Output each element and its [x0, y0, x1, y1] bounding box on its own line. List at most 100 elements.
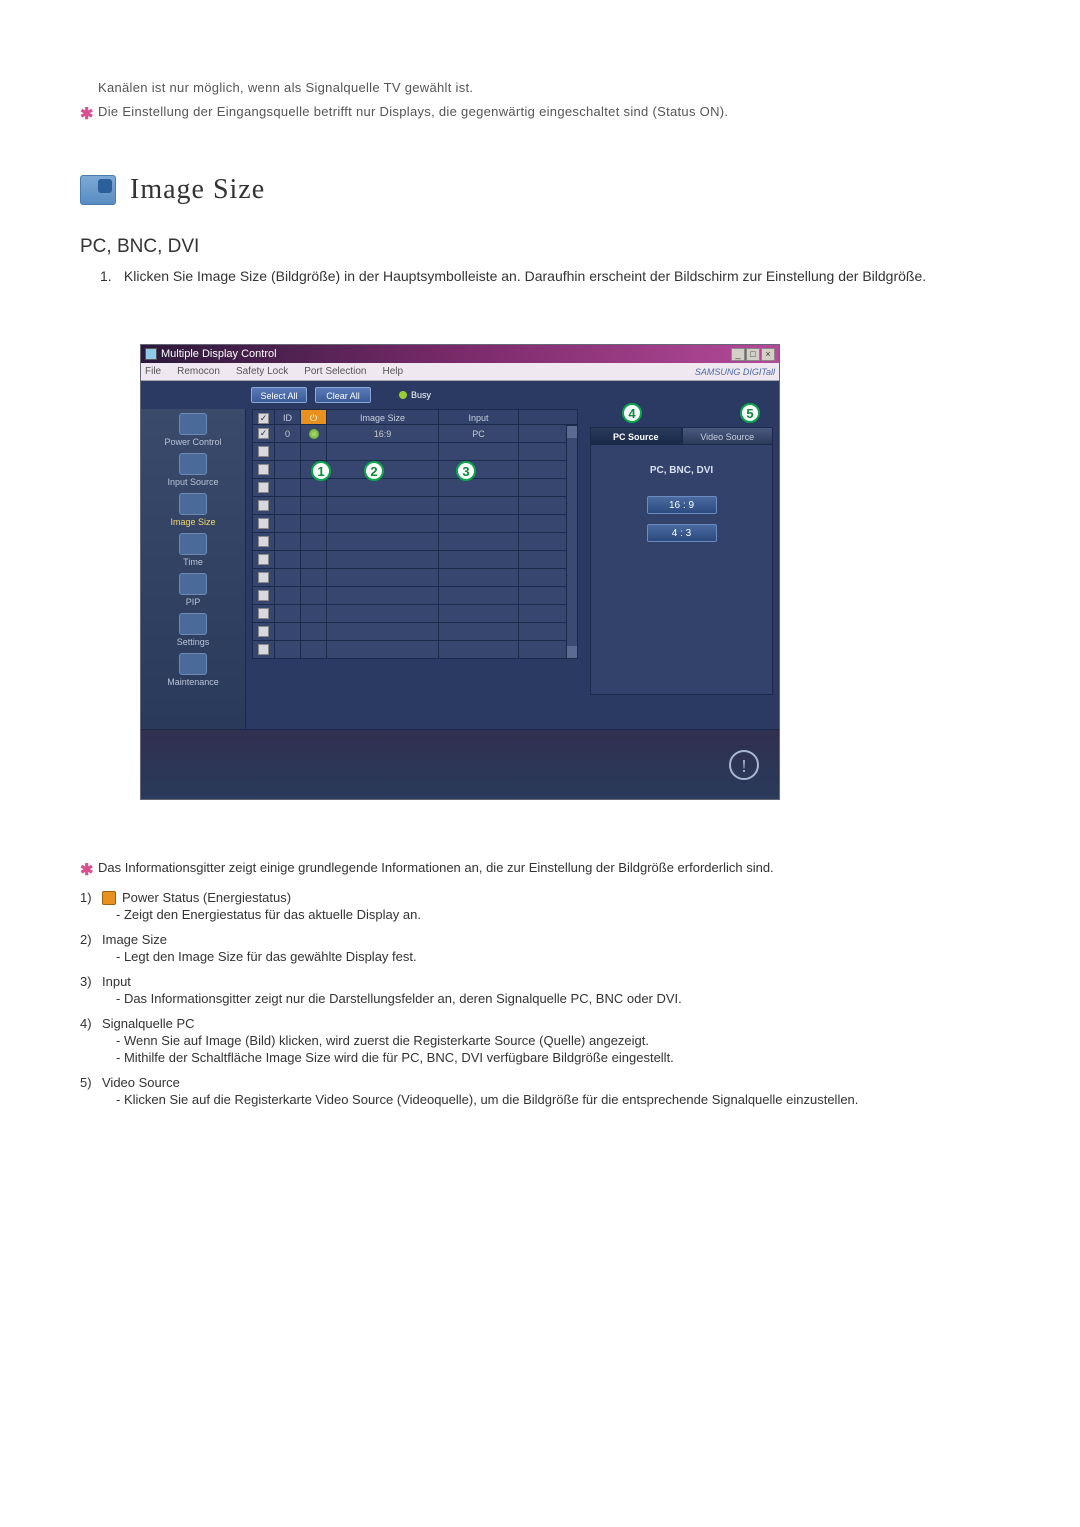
th-input[interactable]: Input [439, 410, 519, 424]
image-size-icon [80, 175, 116, 205]
grid-area: ID ⏻ Image Size Input 0 [246, 409, 584, 729]
select-all-button[interactable]: Select All [251, 387, 307, 403]
power-control-icon [179, 413, 207, 435]
td-input: PC [439, 425, 519, 442]
sidebar-item-pip[interactable]: PIP [141, 569, 245, 609]
callout-marker-2: 2 [364, 461, 384, 481]
numbered-item: 3) Input - Das Informationsgitter zeigt … [80, 974, 1000, 1006]
th-image-size[interactable]: Image Size [327, 410, 439, 424]
close-button[interactable]: × [761, 348, 775, 361]
td-id: 0 [275, 425, 301, 442]
section-header: Image Size [80, 174, 1000, 206]
table-row [253, 605, 566, 623]
sidebar-item-input-source[interactable]: Input Source [141, 449, 245, 489]
menu-portselection[interactable]: Port Selection [304, 366, 366, 377]
checkbox-icon[interactable] [258, 554, 269, 565]
callout-marker-3: 3 [456, 461, 476, 481]
checkbox-icon[interactable] [258, 518, 269, 529]
checkbox-icon[interactable] [258, 644, 269, 655]
item-sub: - Mithilfe der Schaltfläche Image Size w… [116, 1050, 1000, 1065]
table-row [253, 569, 566, 587]
numbered-item: 2) Image Size - Legt den Image Size für … [80, 932, 1000, 964]
power-status-icon [102, 891, 116, 905]
intro-note: ✱ Die Einstellung der Eingangsquelle bet… [80, 104, 1000, 124]
checkbox-icon[interactable] [258, 536, 269, 547]
td-image-size: 16:9 [327, 425, 439, 442]
app-icon [145, 348, 157, 360]
ratio-16-9-button[interactable]: 16 : 9 [647, 496, 717, 514]
table-row[interactable]: 0 16:9 PC [253, 425, 566, 443]
sidebar-item-power-control[interactable]: Power Control [141, 409, 245, 449]
item-sub: - Klicken Sie auf die Registerkarte Vide… [116, 1092, 1000, 1107]
checkbox-icon[interactable] [258, 608, 269, 619]
busy-indicator: Busy [399, 390, 431, 400]
titlebar: Multiple Display Control _ □ × [141, 345, 779, 363]
scrollbar[interactable] [566, 425, 578, 659]
time-icon [179, 533, 207, 555]
table-body: 0 16:9 PC [253, 425, 566, 659]
item-title: Input [102, 974, 131, 989]
settings-icon [179, 613, 207, 635]
toolbar: Select All Clear All Busy [141, 381, 779, 409]
item-title: Signalquelle PC [102, 1016, 195, 1031]
tab-video-source[interactable]: Video Source [682, 427, 774, 445]
td-checkbox[interactable] [253, 425, 275, 442]
checkbox-icon[interactable] [258, 572, 269, 583]
table-row [253, 623, 566, 641]
checkbox-icon[interactable] [258, 626, 269, 637]
checkbox-icon[interactable] [258, 464, 269, 475]
numbered-item: 5) Video Source - Klicken Sie auf die Re… [80, 1075, 1000, 1107]
intro-note-text: Die Einstellung der Eingangsquelle betri… [98, 104, 1000, 124]
scroll-down-icon[interactable] [567, 646, 577, 658]
subheading: PC, BNC, DVI [80, 236, 1000, 258]
th-power[interactable]: ⏻ [301, 410, 327, 424]
image-size-icon [179, 493, 207, 515]
item-sub: - Das Informationsgitter zeigt nur die D… [116, 991, 1000, 1006]
tab-pc-source[interactable]: PC Source [590, 427, 682, 445]
power-on-icon [309, 429, 319, 439]
checkbox-icon[interactable] [258, 500, 269, 511]
table-row [253, 443, 566, 461]
table-row [253, 533, 566, 551]
menu-file[interactable]: File [145, 366, 161, 377]
sidebar-item-maintenance[interactable]: Maintenance [141, 649, 245, 689]
checkbox-icon[interactable] [258, 590, 269, 601]
checkbox-icon [258, 413, 269, 424]
menu-safetylock[interactable]: Safety Lock [236, 366, 288, 377]
input-source-icon [179, 453, 207, 475]
ratio-4-3-button[interactable]: 4 : 3 [647, 524, 717, 542]
maximize-button[interactable]: □ [746, 348, 760, 361]
menubar: File Remocon Safety Lock Port Selection … [141, 363, 779, 381]
checkbox-icon[interactable] [258, 446, 269, 457]
status-bar: ! [141, 729, 779, 799]
sidebar-item-time[interactable]: Time [141, 529, 245, 569]
item-sub: - Legt den Image Size für das gewählte D… [116, 949, 1000, 964]
table-row [253, 479, 566, 497]
th-id[interactable]: ID [275, 410, 301, 424]
brand-label: SAMSUNG DIGITall [695, 367, 775, 377]
table-row [253, 641, 566, 659]
checkbox-icon[interactable] [258, 482, 269, 493]
table-row [253, 587, 566, 605]
right-panel: PC Source Video Source 4 5 PC, BNC, DVI … [584, 409, 779, 729]
item-title: Power Status (Energiestatus) [122, 890, 291, 905]
scroll-up-icon[interactable] [567, 426, 577, 438]
busy-dot-icon [399, 391, 407, 399]
th-checkbox[interactable] [253, 410, 275, 424]
table-row [253, 551, 566, 569]
intro-note-text: Kanälen ist nur möglich, wenn als Signal… [98, 80, 1000, 100]
minimize-button[interactable]: _ [731, 348, 745, 361]
sidebar-item-image-size[interactable]: Image Size [141, 489, 245, 529]
window-title: Multiple Display Control [161, 348, 731, 360]
callout-marker-4: 4 [622, 403, 642, 423]
menu-help[interactable]: Help [382, 366, 403, 377]
sidebar-item-settings[interactable]: Settings [141, 609, 245, 649]
table-row [253, 461, 566, 479]
callout-marker-5: 5 [740, 403, 760, 423]
maintenance-icon [179, 653, 207, 675]
numbered-item: 4) Signalquelle PC - Wenn Sie auf Image … [80, 1016, 1000, 1065]
menu-remocon[interactable]: Remocon [177, 366, 220, 377]
clear-all-button[interactable]: Clear All [315, 387, 371, 403]
info-icon: ! [729, 750, 759, 780]
checkbox-icon [258, 428, 269, 439]
